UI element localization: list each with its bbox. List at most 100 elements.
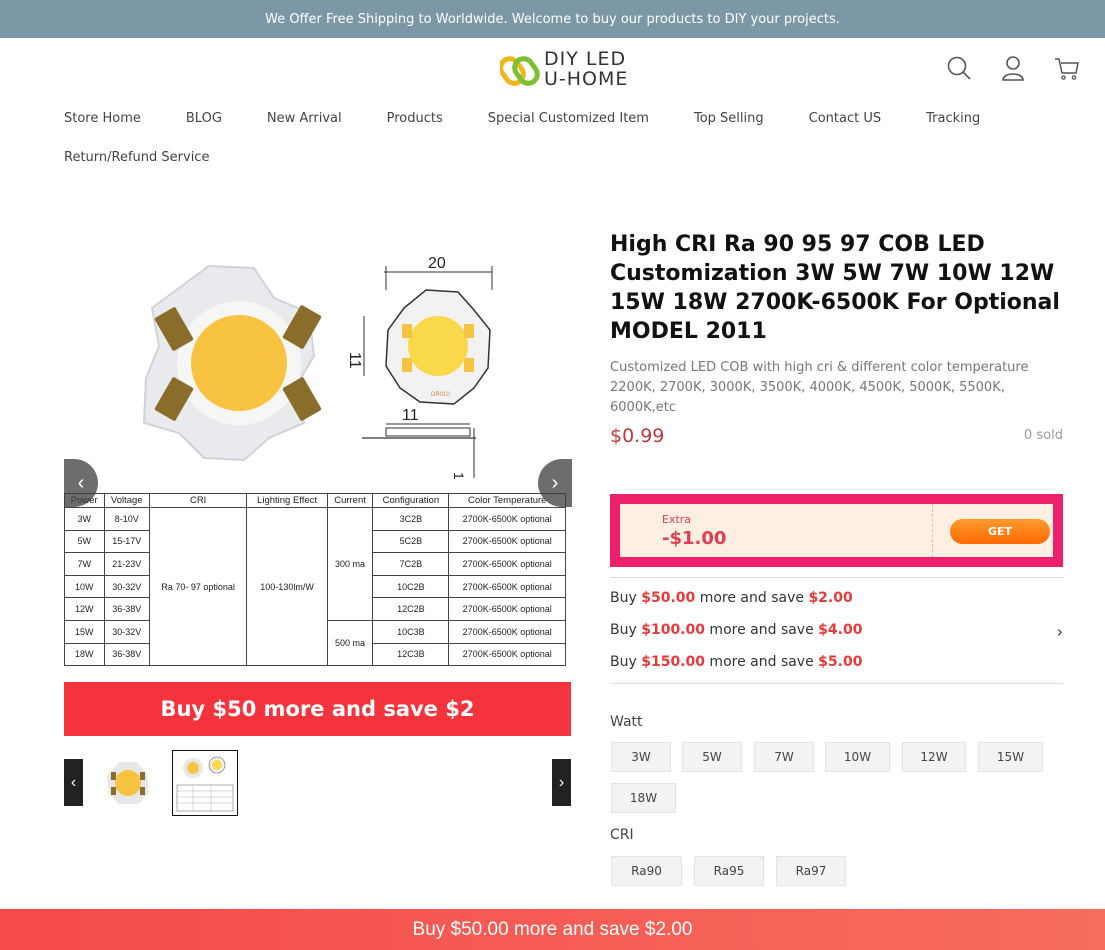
cell-config: 10C3B <box>372 619 450 644</box>
product-title: High CRI Ra 90 95 97 COB LED Customizati… <box>610 232 1060 344</box>
user-icon[interactable] <box>999 54 1027 82</box>
cell-voltage: 36-38V <box>103 642 151 667</box>
discount-tier: Buy $100.00 more and save $4.00 <box>610 622 862 642</box>
product-price: $0.99 <box>610 425 665 447</box>
chevron-right-icon[interactable]: › <box>1057 622 1063 641</box>
tier-prefix: Buy <box>610 622 642 638</box>
cell-config: 12C2B <box>372 597 450 621</box>
promo-banner-text: Buy $50 more and save $2 <box>160 697 475 721</box>
cell-power: 12W <box>64 597 105 621</box>
nav-tracking[interactable]: Tracking <box>926 111 980 126</box>
thumbs-next-button[interactable]: › <box>552 759 571 806</box>
announcement-bar: We Offer Free Shipping to Worldwide. Wel… <box>0 0 1105 38</box>
cart-icon[interactable] <box>1053 54 1081 82</box>
sticky-discount-text: Buy $50.00 more and save $2.00 <box>412 918 693 940</box>
coupon-get-button[interactable]: GET <box>950 519 1050 544</box>
cell-voltage: 30-32V <box>103 574 151 599</box>
cri-option-ra95[interactable]: Ra95 <box>694 856 764 886</box>
discount-tier: Buy $150.00 more and save $5.00 <box>610 654 862 674</box>
coupon-divider <box>932 504 933 557</box>
spec-header: Voltage <box>103 493 151 508</box>
nav-contact-us[interactable]: Contact US <box>809 111 881 126</box>
main-nav: Store Home BLOG New Arrival Products Spe… <box>64 108 1064 165</box>
header-icons <box>945 54 1081 82</box>
watt-option-5w[interactable]: 5W <box>682 742 742 772</box>
cell-voltage: 15-17V <box>103 529 151 554</box>
cell-config: 10C2B <box>372 574 450 599</box>
sold-count: 0 sold <box>1024 428 1063 443</box>
table-row: 3W 8-10V Ra 70- 97 optional 100-130lm/W … <box>64 506 566 667</box>
watt-option-12w[interactable]: 12W <box>902 742 966 772</box>
sticky-discount-bar[interactable]: Buy $50.00 more and save $2.00 <box>0 909 1105 950</box>
cell-current-300: 300 ma <box>326 507 374 621</box>
dimension-side: 11 <box>346 352 363 369</box>
chain-link-logo-icon <box>500 56 540 86</box>
cell-voltage: 36-38V <box>103 597 151 621</box>
spec-thumbnail-image <box>176 756 234 812</box>
dimension-right: 1 <box>451 472 467 480</box>
product-main-image[interactable]: DR010 20 11 11 1 Power Voltage CRI Light… <box>64 228 571 674</box>
nav-products[interactable]: Products <box>387 111 443 126</box>
logo-text-top: DIY LED <box>544 48 627 70</box>
coupon-ticket: Extra -$1.00 GET <box>620 504 1053 557</box>
dimension-bottom: 11 <box>402 407 419 424</box>
nav-new-arrival[interactable]: New Arrival <box>267 111 342 126</box>
thumbs-prev-button[interactable]: ‹ <box>64 759 83 806</box>
chevron-right-icon: › <box>558 773 565 791</box>
cell-effect: 100-130lm/W <box>246 506 328 667</box>
cri-option-ra90[interactable]: Ra90 <box>611 856 682 886</box>
spec-header: CRI <box>148 493 248 508</box>
cob-led-drawing: DR010 20 11 11 1 <box>142 255 493 480</box>
tier-save: $2.00 <box>808 590 853 606</box>
thumbnail-1[interactable] <box>95 750 161 816</box>
spec-header: Current <box>326 493 374 508</box>
tier-save: $4.00 <box>818 622 863 638</box>
tier-prefix: Buy <box>610 654 642 670</box>
product-subtitle: Customized LED COB with high cri & diffe… <box>610 360 1029 415</box>
logo-text-bottom: U-HOME <box>544 68 629 90</box>
cell-voltage: 8-10V <box>103 507 151 531</box>
tier-amount: $150.00 <box>641 654 705 670</box>
nav-return-refund[interactable]: Return/Refund Service <box>64 150 209 165</box>
volume-discount-list[interactable]: Buy $50.00 more and save $2.00 Buy $100.… <box>610 577 1063 684</box>
cell-config: 3C2B <box>372 507 450 531</box>
tier-middle: more and save <box>704 654 819 670</box>
watt-option-3w[interactable]: 3W <box>611 742 671 772</box>
tier-save: $5.00 <box>818 654 863 670</box>
nav-blog[interactable]: BLOG <box>186 111 222 126</box>
cell-temp: 2700K-6500K optional <box>448 529 566 554</box>
coupon-extra-label: Extra <box>662 513 692 526</box>
watt-option-10w[interactable]: 10W <box>825 742 890 772</box>
dimension-top: 20 <box>428 255 446 272</box>
announcement-text: We Offer Free Shipping to Worldwide. Wel… <box>265 11 840 27</box>
nav-top-selling[interactable]: Top Selling <box>694 111 764 126</box>
tier-amount: $50.00 <box>641 590 696 606</box>
tier-amount: $100.00 <box>641 622 705 638</box>
nav-special-customized[interactable]: Special Customized Item <box>488 111 649 126</box>
promo-banner: Buy $50 more and save $2 <box>64 682 571 736</box>
cell-temp: 2700K-6500K optional <box>448 552 566 576</box>
tier-middle: more and save <box>704 622 819 638</box>
cell-power: 18W <box>64 642 105 667</box>
cell-temp: 2700K-6500K optional <box>448 597 566 621</box>
cri-option-ra97[interactable]: Ra97 <box>776 856 846 886</box>
search-icon[interactable] <box>945 54 973 82</box>
watt-option-15w[interactable]: 15W <box>978 742 1043 772</box>
cell-cri: Ra 70- 97 optional <box>148 506 248 667</box>
store-logo[interactable]: DIY LED U-HOME <box>500 46 640 92</box>
cell-config: 5C2B <box>372 529 450 554</box>
watt-option-7w[interactable]: 7W <box>754 742 814 772</box>
cell-voltage: 21-23V <box>103 552 151 576</box>
cell-temp: 2700K-6500K optional <box>448 507 566 531</box>
tier-middle: more and save <box>695 590 809 606</box>
cell-temp: 2700K-6500K optional <box>448 642 566 667</box>
chip-marking: DR010 <box>431 392 450 398</box>
cell-voltage: 30-32V <box>103 619 151 644</box>
chevron-left-icon: ‹ <box>70 773 77 791</box>
watt-option-18w[interactable]: 18W <box>611 783 676 813</box>
thumbnail-2[interactable] <box>172 750 238 816</box>
cell-config: 7C2B <box>372 552 450 576</box>
nav-store-home[interactable]: Store Home <box>64 111 141 126</box>
cob-thumbnail-image <box>107 762 149 804</box>
chevron-right-icon: › <box>551 471 559 494</box>
